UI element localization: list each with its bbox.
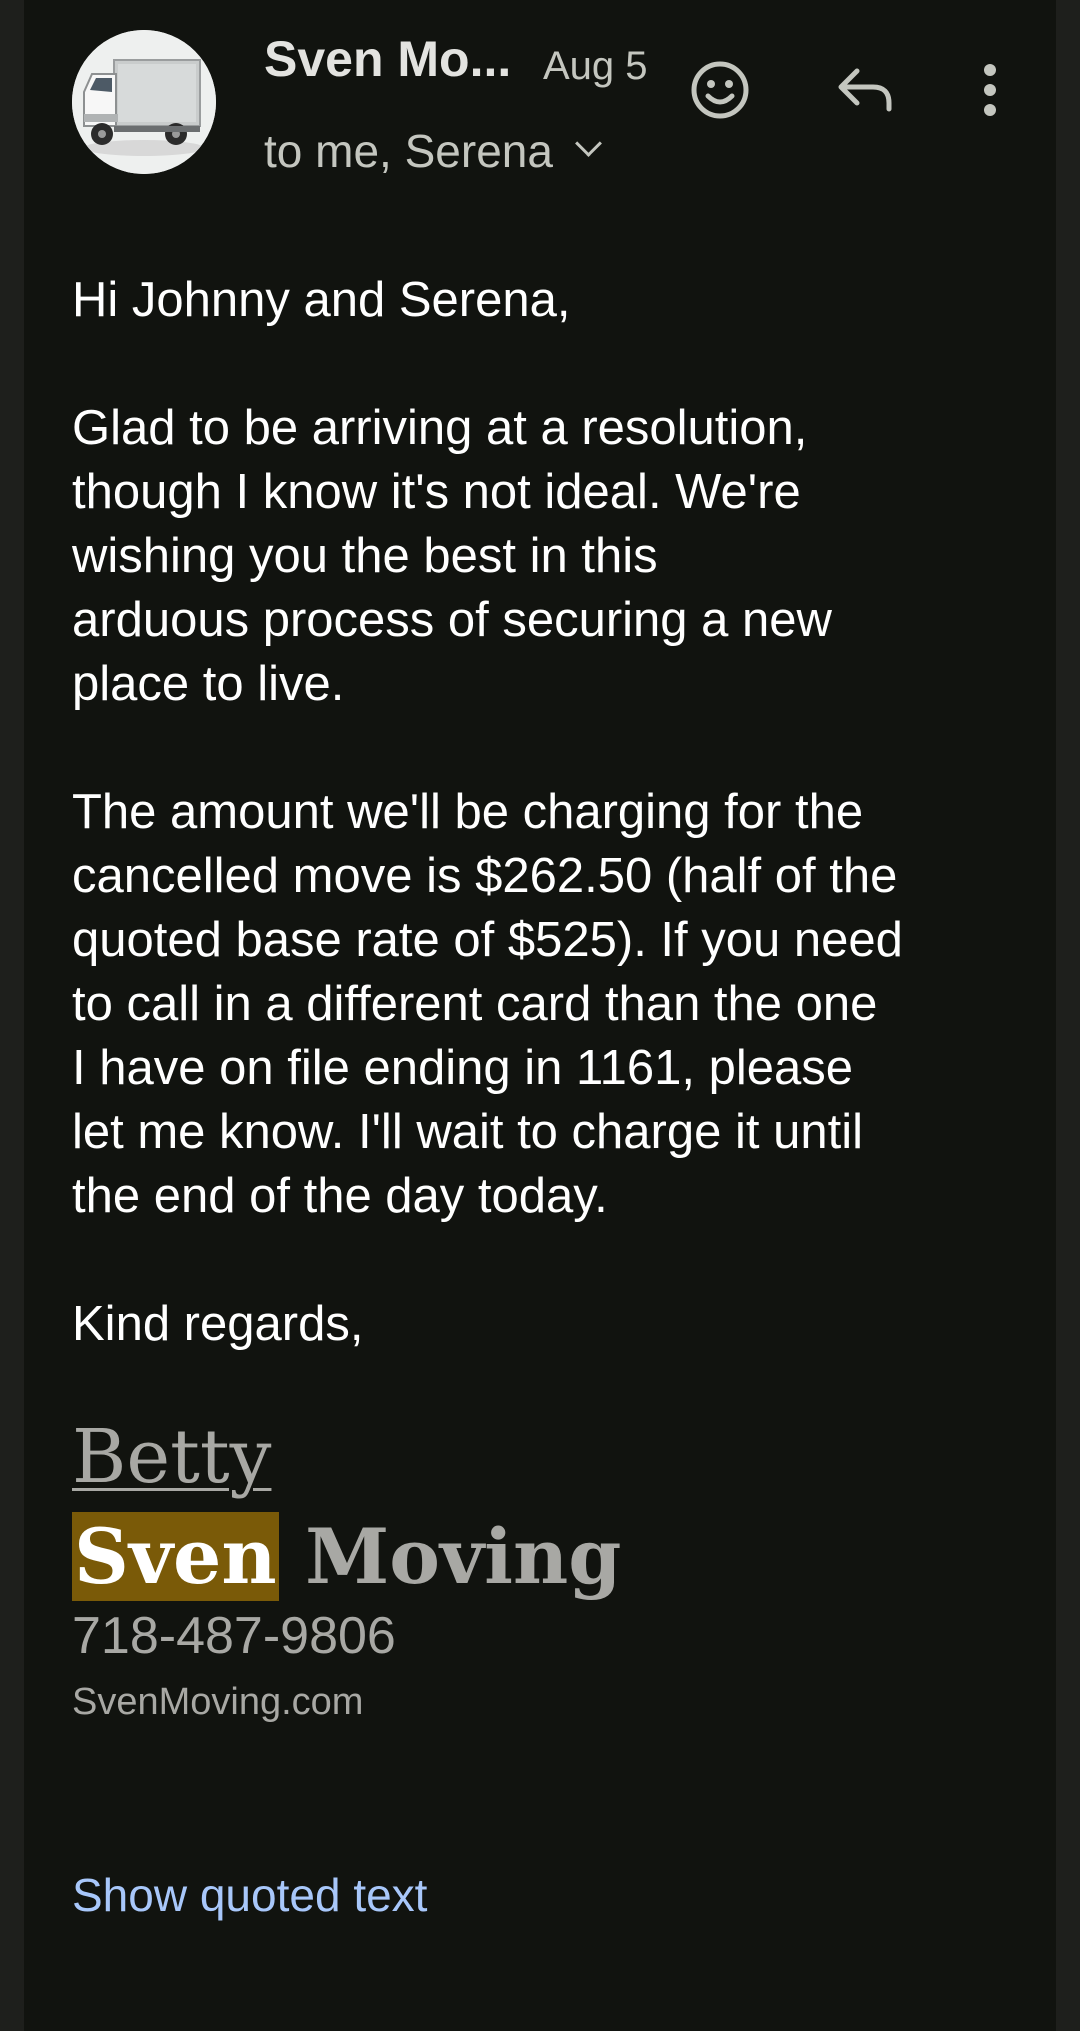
reply-button[interactable] bbox=[815, 40, 915, 140]
sender-name[interactable]: Sven Mo... bbox=[264, 30, 511, 88]
signature-website[interactable]: SvenMoving.com bbox=[72, 1681, 363, 1724]
body-line: quoted base rate of $525). If you need bbox=[72, 913, 903, 967]
smiley-icon bbox=[691, 61, 749, 119]
more-vert-icon bbox=[984, 64, 996, 116]
moving-truck-avatar-icon bbox=[72, 30, 216, 174]
recipients-text: to me, Serena bbox=[264, 125, 553, 177]
email-card: Sven Mo... Aug 5 to me, Serena Hi Johnny… bbox=[24, 0, 1056, 2031]
reply-icon bbox=[838, 68, 892, 112]
body-line: cancelled move is $262.50 (half of the bbox=[72, 849, 898, 903]
email-body: Hi Johnny and Serena, Glad to be arrivin… bbox=[72, 268, 1052, 1420]
search-highlight: Sven bbox=[72, 1512, 279, 1601]
body-paragraph-2: The amount we'll be charging for the can… bbox=[72, 780, 1052, 1228]
body-line: The amount we'll be charging for the bbox=[72, 785, 864, 839]
signature-company: Sven Moving bbox=[72, 1512, 621, 1602]
body-line: I have on file ending in 1161, please bbox=[72, 1041, 853, 1095]
sender-avatar[interactable] bbox=[72, 30, 216, 174]
add-reaction-button[interactable] bbox=[670, 40, 770, 140]
body-line: place to live. bbox=[72, 657, 345, 711]
recipients-toggle[interactable]: to me, Serena bbox=[264, 124, 602, 178]
body-line: the end of the day today. bbox=[72, 1169, 608, 1223]
signature-phone[interactable]: 718-487-9806 bbox=[72, 1606, 396, 1666]
closing: Kind regards, bbox=[72, 1297, 364, 1351]
signature-name[interactable]: Betty bbox=[72, 1420, 271, 1494]
body-line: let me know. I'll wait to charge it unti… bbox=[72, 1105, 863, 1159]
chevron-down-icon bbox=[575, 130, 602, 157]
email-date: Aug 5 bbox=[543, 44, 648, 88]
show-quoted-text-link[interactable]: Show quoted text bbox=[72, 1868, 427, 1922]
body-line: though I know it's not ideal. We're bbox=[72, 465, 801, 519]
greeting: Hi Johnny and Serena, bbox=[72, 273, 571, 327]
company-name-rest: Moving bbox=[278, 1512, 622, 1601]
body-line: to call in a different card than the one bbox=[72, 977, 878, 1031]
body-line: arduous process of securing a new bbox=[72, 593, 832, 647]
body-paragraph-1: Glad to be arriving at a resolution, tho… bbox=[72, 396, 1052, 716]
body-line: Glad to be arriving at a resolution, bbox=[72, 401, 808, 455]
more-options-button[interactable] bbox=[940, 40, 1040, 140]
body-line: wishing you the best in this bbox=[72, 529, 658, 583]
